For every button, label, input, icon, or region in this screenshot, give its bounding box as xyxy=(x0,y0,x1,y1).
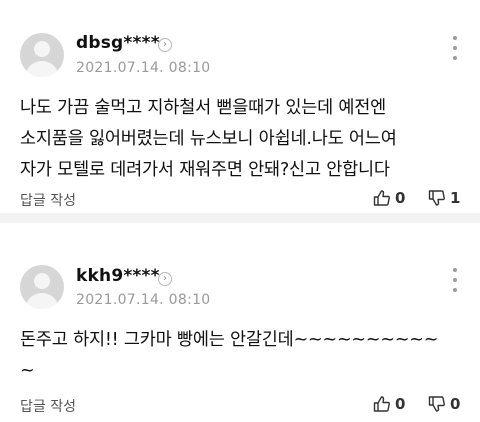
thumbs-up-icon xyxy=(373,396,390,412)
comment-text: 나도 가끔 술먹고 지하철서 뻗을때가 있는데 예전엔 소지품을 잃어버렸는데 … xyxy=(20,93,470,186)
avatar[interactable] xyxy=(20,265,64,309)
like-count: 0 xyxy=(395,189,406,207)
dislike-count: 1 xyxy=(450,189,461,207)
dislike-button[interactable]: 0 xyxy=(428,395,460,413)
like-button[interactable]: 0 xyxy=(373,395,405,413)
reply-button[interactable]: 답글 작성 xyxy=(20,190,76,210)
reply-button[interactable]: 답글 작성 xyxy=(20,396,76,416)
like-count: 0 xyxy=(395,395,406,413)
username[interactable]: dbsg**** xyxy=(76,33,160,53)
dislike-count: 0 xyxy=(450,395,461,413)
thumbs-down-icon xyxy=(428,190,445,206)
comment-item: kkh9**** › 2021.07.14. 08:10 돈주고 하지!! 그카… xyxy=(0,218,480,422)
comment-line: 자가 모텔로 데려가서 재워주면 안돼?신고 안합니다 xyxy=(20,160,390,180)
chevron-right-icon[interactable]: › xyxy=(158,272,172,286)
comment-item: dbsg**** › 2021.07.14. 08:10 나도 가끔 술먹고 지… xyxy=(0,0,480,218)
avatar[interactable] xyxy=(20,33,64,77)
thumbs-down-icon xyxy=(428,396,445,412)
more-vertical-icon[interactable] xyxy=(450,36,460,60)
dislike-button[interactable]: 1 xyxy=(428,189,460,207)
comment-timestamp: 2021.07.14. 08:10 xyxy=(76,60,211,76)
thumbs-up-icon xyxy=(373,190,390,206)
chevron-right-icon[interactable]: › xyxy=(158,38,172,52)
more-vertical-icon[interactable] xyxy=(450,268,460,292)
comment-line: 나도 가끔 술먹고 지하철서 뻗을때가 있는데 예전엔 xyxy=(20,98,387,118)
comment-text: 돈주고 하지!! 그카마 빵에는 안갈긴데~~~~~~~~~~ ~ xyxy=(20,325,470,387)
comment-line: 돈주고 하지!! 그카마 빵에는 안갈긴데~~~~~~~~~~ xyxy=(20,330,439,350)
username[interactable]: kkh9**** xyxy=(76,266,160,286)
comment-timestamp: 2021.07.14. 08:10 xyxy=(76,292,211,308)
comment-line: ~ xyxy=(20,361,35,381)
comment-line: 소지품을 잃어버렸는데 뉴스보니 아쉽네.나도 어느여 xyxy=(20,129,397,149)
like-button[interactable]: 0 xyxy=(373,189,405,207)
